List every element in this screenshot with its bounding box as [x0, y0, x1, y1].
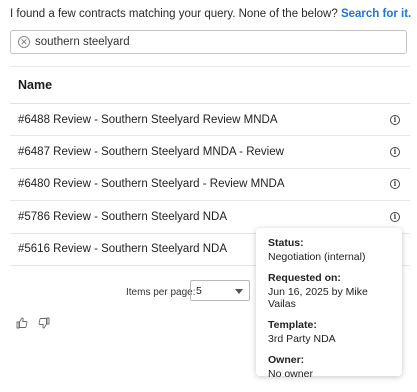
contract-details-tooltip: Status: Negotiation (internal) Requested… [256, 228, 402, 380]
thumbs-up-icon[interactable] [16, 317, 28, 329]
clear-search-icon[interactable]: ✕ [18, 36, 30, 48]
contract-name: #6480 Review - Southern Steelyard - Revi… [18, 178, 285, 191]
column-header-name: Name [10, 66, 410, 104]
intro-message: I found a few contracts matching your qu… [10, 8, 338, 20]
owner-value: No owner [268, 368, 313, 380]
info-icon[interactable]: i [390, 211, 400, 222]
table-row[interactable]: #6488 Review - Southern Steelyard Review… [10, 104, 410, 137]
info-icon[interactable]: i [390, 179, 400, 190]
contract-name: #6487 Review - Southern Steelyard MNDA -… [18, 146, 284, 159]
contract-name: #5786 Review - Southern Steelyard NDA [18, 210, 228, 223]
search-input[interactable] [35, 36, 375, 48]
intro-text: I found a few contracts matching your qu… [10, 8, 411, 20]
items-per-page-select[interactable]: 5 [190, 280, 250, 301]
status-label: Status: [268, 237, 304, 249]
status-value: Negotiation (internal) [268, 251, 366, 263]
requested-on-label: Requested on: [268, 272, 341, 284]
template-value: 3rd Party NDA [268, 333, 336, 345]
contract-name: #6488 Review - Southern Steelyard Review… [18, 113, 278, 126]
template-label: Template: [268, 319, 317, 331]
info-icon[interactable]: i [390, 114, 400, 125]
chevron-down-icon [235, 289, 243, 294]
table-row[interactable]: #6480 Review - Southern Steelyard - Revi… [10, 169, 410, 202]
info-icon[interactable]: i [390, 147, 400, 158]
requested-on-value: Jun 16, 2025 by Mike Vailas [268, 286, 368, 310]
thumbs-down-icon[interactable] [38, 317, 50, 329]
items-per-page-label: Items per page: [126, 287, 196, 298]
owner-label: Owner: [268, 354, 305, 366]
items-per-page-value: 5 [196, 284, 202, 297]
contract-name: #5616 Review - Southern Steelyard NDA [18, 243, 228, 256]
search-for-it-link[interactable]: Search for it. [341, 8, 411, 20]
table-row[interactable]: #6487 Review - Southern Steelyard MNDA -… [10, 136, 410, 169]
search-box[interactable]: ✕ [10, 30, 407, 54]
